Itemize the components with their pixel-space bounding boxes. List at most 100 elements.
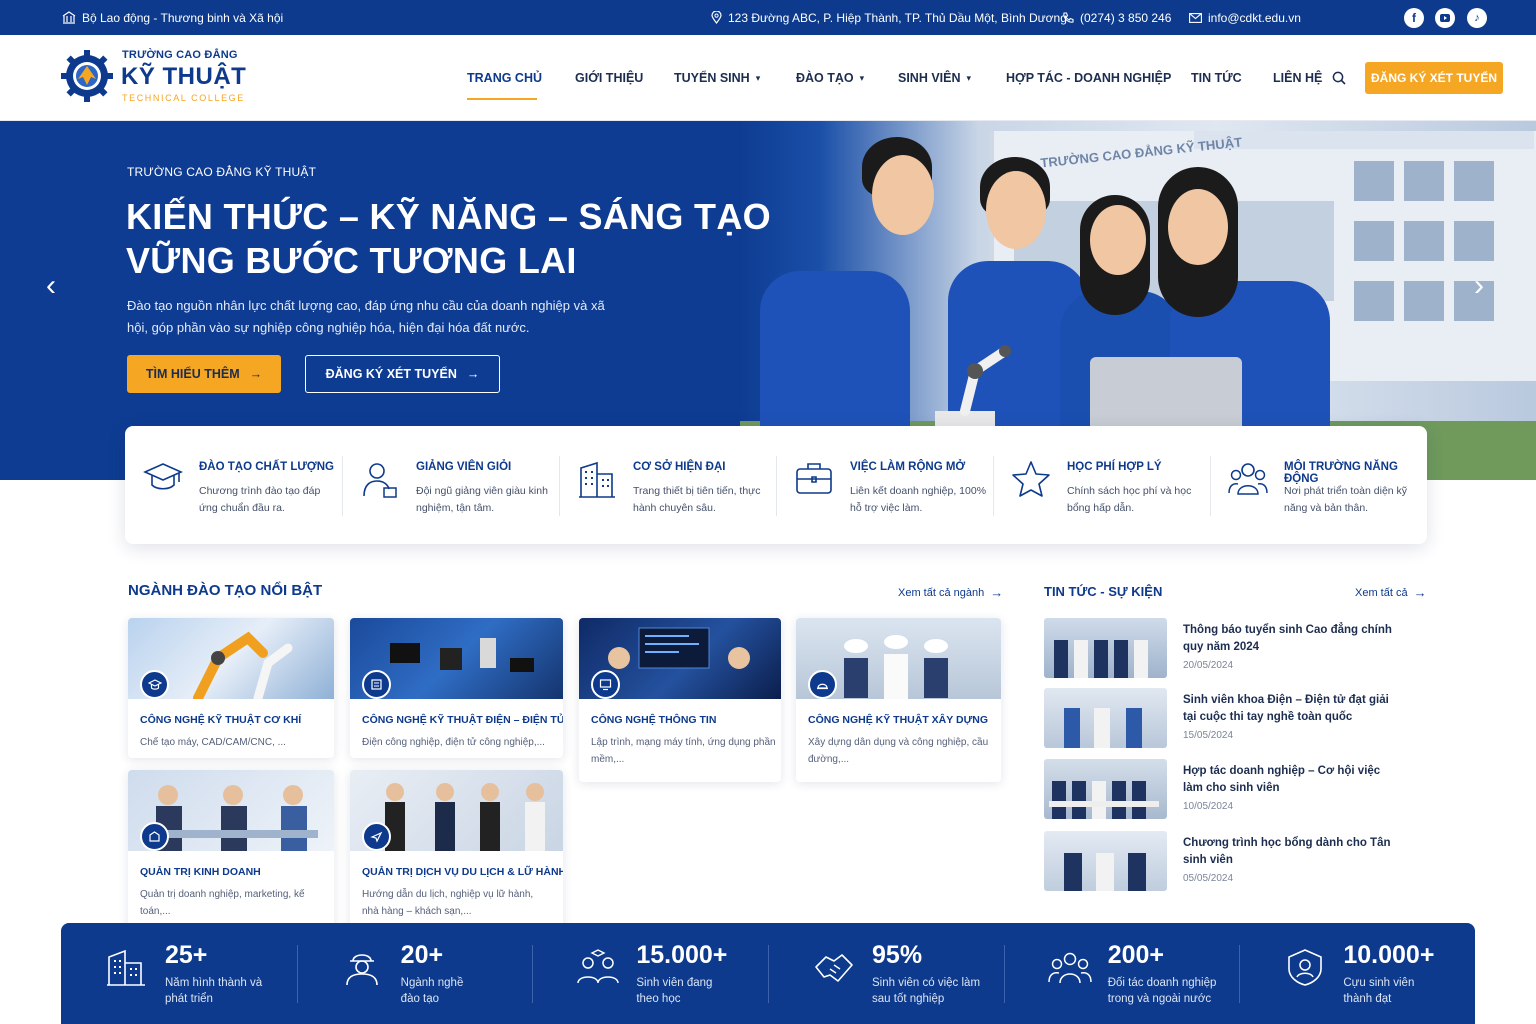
carousel-next-icon[interactable]: ›	[1474, 271, 1484, 301]
phone-text: (0274) 3 850 246	[1080, 10, 1172, 25]
engineer-icon	[345, 954, 378, 986]
feature-title: HỌC PHÍ HỢP LÝ	[1067, 461, 1162, 473]
news-section-title: TIN TỨC - SỰ KIỆN	[1044, 584, 1163, 599]
hero-title-line-2: VỮNG BƯỚC TƯƠNG LAI	[126, 240, 577, 281]
major-title: CÔNG NGHỆ THÔNG TIN	[591, 714, 717, 726]
people-icon	[1228, 463, 1268, 495]
location-icon	[711, 11, 722, 24]
stat-label: Sinh viên có việc làm sau tốt nghiệp	[872, 977, 981, 1005]
see-all-majors-link[interactable]: Xem tất cả ngành →	[898, 585, 1003, 600]
stat-value: 25+	[165, 941, 208, 969]
nav-contact[interactable]: LIÊN HỆ	[1273, 35, 1322, 121]
phone-link[interactable]: (0274) 3 850 246	[1062, 0, 1171, 35]
feature-item: HỌC PHÍ HỢP LÝ Chính sách học phí và học…	[993, 426, 1210, 544]
nav-label: TRANG CHỦ	[467, 71, 542, 85]
major-card[interactable]: QUẢN TRỊ DỊCH VỤ DU LỊCH & LỮ HÀNH Hướng…	[350, 770, 563, 930]
register-button[interactable]: ĐĂNG KÝ XÉT TUYỂN	[1365, 62, 1503, 94]
mail-icon	[1189, 12, 1202, 23]
star-icon	[1012, 461, 1050, 497]
stat-label: Sinh viên đang theo học	[636, 977, 713, 1005]
stat-value: 200+	[1107, 941, 1164, 969]
arrow-right-icon: →	[990, 585, 1004, 600]
nav-label: ĐÀO TẠO	[796, 71, 854, 85]
nav-home[interactable]: TRANG CHỦ	[467, 35, 542, 121]
nav-news[interactable]: TIN TỨC	[1191, 35, 1242, 121]
major-desc: Chế tạo máy, CAD/CAM/CNC, ...	[140, 737, 286, 748]
see-all-majors-label: Xem tất cả ngành	[898, 586, 985, 599]
feature-item: MÔI TRƯỜNG NĂNG ĐỘNG Nơi phát triển toàn…	[1210, 426, 1427, 544]
circuit-board-icon	[362, 670, 391, 699]
alumni-icon	[1288, 949, 1323, 986]
hero-register-label: ĐĂNG KÝ XÉT TUYỂN	[325, 367, 457, 381]
news-item[interactable]: Hợp tác doanh nghiệp – Cơ hội việc làm c…	[1044, 759, 1434, 819]
hero-register-button[interactable]: ĐĂNG KÝ XÉT TUYỂN →	[305, 355, 500, 393]
nav-training[interactable]: ĐÀO TẠO ▾	[796, 35, 864, 121]
logo-line-1: TRƯỜNG CAO ĐẲNG	[122, 49, 238, 61]
phone-icon	[1063, 11, 1074, 23]
see-all-news-link[interactable]: Xem tất cả →	[1355, 585, 1427, 600]
major-card[interactable]: CÔNG NGHỆ KỸ THUẬT CƠ KHÍ Chế tạo máy, C…	[128, 618, 334, 758]
nav-about[interactable]: GIỚI THIỆU	[575, 35, 643, 121]
major-card[interactable]: CÔNG NGHỆ KỸ THUẬT XÂY DỰNG Xây dựng dân…	[796, 618, 1001, 782]
stat-label: Cựu sinh viên thành đạt	[1343, 977, 1415, 1005]
chevron-down-icon: ▾	[966, 72, 972, 83]
major-title: CÔNG NGHỆ KỸ THUẬT XÂY DỰNG	[808, 714, 989, 726]
nav-students[interactable]: SINH VIÊN ▾	[898, 35, 971, 121]
major-desc: Hướng dẫn du lịch, nghiệp vụ lữ hành, nh…	[362, 889, 534, 917]
news-date: 10/05/2024	[1183, 801, 1234, 812]
feature-item: GIẢNG VIÊN GIỎI Đội ngũ giảng viên giàu …	[342, 426, 559, 544]
news-item[interactable]: Thông báo tuyển sinh Cao đẳng chính quy …	[1044, 618, 1434, 678]
news-item[interactable]: Sinh viên khoa Điện – Điện tử đạt giải t…	[1044, 688, 1434, 748]
news-item[interactable]: Chương trình học bổng dành cho Tân sinh …	[1044, 831, 1434, 891]
logo-line-2: KỸ THUẬT	[121, 63, 247, 90]
address-info: 123 Đường ABC, P. Hiệp Thành, TP. Thủ Dầ…	[711, 0, 1067, 35]
business-icon	[140, 822, 169, 851]
nav-cooperation[interactable]: HỢP TÁC - DOANH NGHIỆP	[1006, 35, 1171, 121]
major-card[interactable]: QUẢN TRỊ KINH DOANH Quản trị doanh nghiệ…	[128, 770, 334, 930]
news-title: Thông báo tuyển sinh Cao đẳng chính quy …	[1183, 624, 1392, 653]
tiktok-icon[interactable]: ♪	[1467, 8, 1487, 28]
major-card[interactable]: CÔNG NGHỆ KỸ THUẬT ĐIỆN – ĐIỆN TỬ Điện c…	[350, 618, 563, 758]
feature-desc: Liên kết doanh nghiệp, 100% hỗ trợ việc …	[850, 485, 987, 514]
chevron-down-icon: ▾	[859, 72, 865, 83]
helmet-icon	[808, 670, 837, 699]
major-card[interactable]: CÔNG NGHỆ THÔNG TIN Lập trình, mạng máy …	[579, 618, 781, 782]
stat-item: 10.000+ Cựu sinh viên thành đạt	[1239, 923, 1475, 1024]
school-logo-icon[interactable]	[60, 49, 114, 103]
major-desc: Xây dựng dân dụng và công nghiệp, cầu đư…	[808, 737, 989, 765]
major-desc: Quản trị doanh nghiệp, marketing, kế toá…	[140, 889, 305, 917]
see-all-news-label: Xem tất cả	[1355, 586, 1408, 599]
feature-desc: Chương trình đào tạo đáp ứng chuẩn đầu r…	[199, 485, 321, 514]
features-strip: ĐÀO TẠO CHẤT LƯỢNG Chương trình đào tạo …	[125, 426, 1427, 544]
top-bar: Bộ Lao động - Thương binh và Xã hội 123 …	[0, 0, 1536, 35]
nav-label: LIÊN HỆ	[1273, 71, 1323, 85]
nav-label: SINH VIÊN	[898, 71, 961, 85]
feature-title: VIỆC LÀM RỘNG MỞ	[850, 461, 966, 473]
news-thumbnail	[1044, 759, 1167, 819]
building-sign: TRƯỜNG CAO ĐẲNG KỸ THUẬT	[1039, 134, 1243, 171]
stat-item: 15.000+ Sinh viên đang theo học	[532, 923, 768, 1024]
stat-item: 20+ Ngành nghề đào tạo	[296, 923, 533, 1024]
nav-label: HỢP TÁC - DOANH NGHIỆP	[1006, 71, 1172, 85]
email-link[interactable]: info@cdkt.edu.vn	[1189, 0, 1301, 35]
news-title: Chương trình học bổng dành cho Tân sinh …	[1183, 837, 1391, 866]
facebook-icon[interactable]: f	[1404, 8, 1424, 28]
learn-more-button[interactable]: TÌM HIỂU THÊM →	[127, 355, 281, 393]
carousel-prev-icon[interactable]: ‹	[46, 271, 56, 301]
search-icon[interactable]	[1332, 71, 1346, 85]
arrow-right-icon: →	[466, 367, 480, 381]
youtube-icon[interactable]	[1435, 8, 1455, 28]
ministry-link[interactable]: Bộ Lao động - Thương binh và Xã hội	[62, 0, 283, 35]
travel-icon	[362, 822, 391, 851]
feature-title: ĐÀO TẠO CHẤT LƯỢNG	[199, 461, 334, 473]
nav-admissions[interactable]: TUYỂN SINH ▾	[674, 35, 760, 121]
major-title: QUẢN TRỊ DỊCH VỤ DU LỊCH & LỮ HÀNH	[362, 866, 563, 878]
logo-line-3: TECHNICAL COLLEGE	[122, 93, 245, 103]
majors-section-title: NGÀNH ĐÀO TẠO NỔI BẬT	[128, 582, 323, 599]
arrow-right-icon: →	[1413, 585, 1427, 600]
hero-description: Đào tạo nguồn nhân lực chất lượng cao, đ…	[127, 298, 605, 335]
institution-icon	[62, 11, 76, 24]
major-desc: Lập trình, mạng máy tính, ứng dụng phần …	[591, 737, 776, 765]
major-title: QUẢN TRỊ KINH DOANH	[140, 866, 261, 878]
feature-desc: Nơi phát triển toàn diện kỹ năng và bản …	[1284, 485, 1408, 514]
